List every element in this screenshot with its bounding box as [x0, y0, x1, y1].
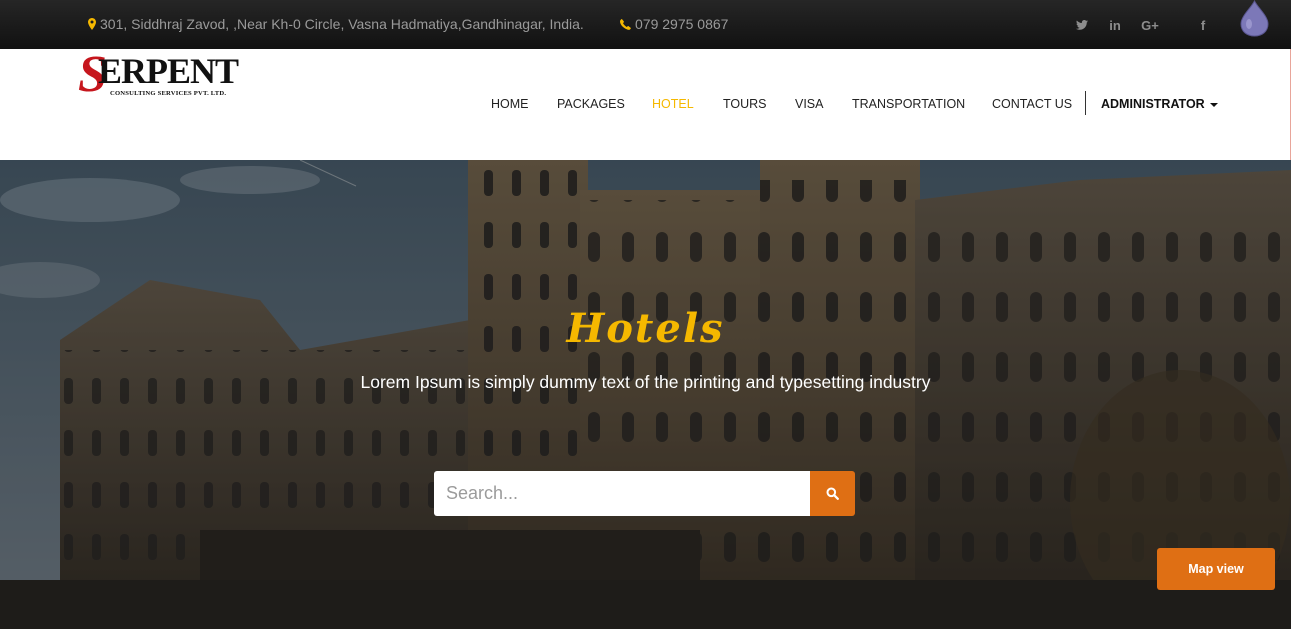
main-nav: HOME PACKAGES HOTEL TOURS VISA TRANSPORT… — [0, 91, 1291, 115]
nav-divider — [1085, 91, 1086, 115]
address-text: 301, Siddhraj Zavod, ,Near Kh-0 Circle, … — [100, 16, 584, 32]
map-marker-icon — [88, 18, 96, 30]
nav-contact-us[interactable]: CONTACT US — [992, 96, 1072, 112]
droplet-icon[interactable] — [1239, 0, 1270, 37]
hero-subtitle: Lorem Ipsum is simply dummy text of the … — [360, 372, 931, 392]
linkedin-icon[interactable]: in — [1105, 16, 1125, 34]
user-menu-button[interactable]: ADMINISTRATOR — [1101, 96, 1218, 112]
phone-text: 079 2975 0867 — [635, 16, 729, 32]
site-header: S ERPENT CONSULTING SERVICES PVT. LTD. H… — [0, 49, 1291, 160]
phone-block: 079 2975 0867 — [620, 16, 728, 32]
google-plus-icon[interactable]: G+ — [1140, 16, 1160, 34]
user-menu-label: ADMINISTRATOR — [1101, 97, 1205, 111]
nav-transportation[interactable]: TRANSPORTATION — [852, 96, 965, 112]
top-info-bar: 301, Siddhraj Zavod, ,Near Kh-0 Circle, … — [0, 0, 1291, 49]
hero-banner: Hotels Lorem Ipsum is simply dummy text … — [0, 160, 1291, 629]
nav-tours[interactable]: TOURS — [723, 96, 767, 112]
address-block: 301, Siddhraj Zavod, ,Near Kh-0 Circle, … — [88, 16, 584, 32]
twitter-icon[interactable] — [1072, 16, 1092, 34]
hero-overlay — [0, 160, 1291, 629]
nav-visa[interactable]: VISA — [795, 96, 824, 112]
caret-down-icon — [1209, 102, 1218, 107]
nav-hotel[interactable]: HOTEL — [652, 96, 694, 112]
facebook-icon[interactable]: f — [1193, 16, 1213, 34]
map-view-button[interactable]: Map view — [1157, 548, 1275, 590]
search-icon — [826, 487, 839, 500]
nav-home[interactable]: HOME — [491, 96, 529, 112]
hotel-search-input[interactable] — [434, 471, 810, 516]
nav-packages[interactable]: PACKAGES — [557, 96, 625, 112]
logo-name: ERPENT — [98, 51, 239, 91]
search-button[interactable] — [810, 471, 855, 516]
phone-icon — [620, 18, 631, 30]
hero-title: Hotels — [566, 305, 725, 352]
